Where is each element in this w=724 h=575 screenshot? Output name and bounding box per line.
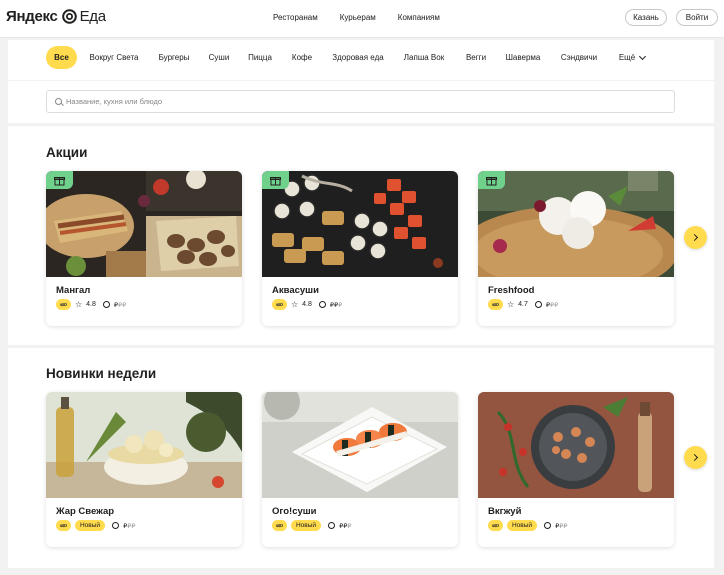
delivery-tag: ஸ	[272, 299, 287, 310]
search-icon	[55, 98, 62, 105]
city-button[interactable]: Казань	[625, 9, 667, 26]
search-section: Название, кухня или блюдо	[8, 81, 714, 123]
restaurant-card[interactable]: Жар Свежар ஸ Новый ₽₽₽	[46, 392, 242, 547]
chevron-down-icon	[639, 52, 647, 60]
price-level: ₽₽₽	[330, 301, 342, 309]
logo[interactable]: Яндекс Еда	[6, 8, 106, 25]
gift-icon	[46, 171, 73, 189]
star-icon: ☆	[74, 300, 83, 309]
restaurant-name: Аквасуши	[272, 285, 319, 296]
restaurant-meta: ஸ ☆ 4.8 ₽₽₽	[272, 299, 342, 310]
category-healthy[interactable]: Здоровая еда	[329, 46, 387, 69]
delivery-tag: ஸ	[56, 299, 71, 310]
restaurant-name: Freshfood	[488, 285, 535, 296]
search-input[interactable]: Название, кухня или блюдо	[46, 90, 675, 113]
restaurant-image	[262, 392, 458, 498]
new-badge: Новый	[290, 520, 322, 531]
restaurant-image	[46, 171, 242, 277]
category-all[interactable]: Все	[46, 46, 77, 69]
restaurant-name: Ого!суши	[272, 506, 317, 517]
promo-section: Акции Мангал ஸ ☆ 4.8 ₽₽₽ Аквасуши ஸ ☆ 4.…	[8, 126, 714, 345]
price-inactive: ₽₽	[559, 522, 568, 530]
restaurant-image	[478, 392, 674, 498]
delivery-tag: ஸ	[56, 520, 71, 531]
new-badge: Новый	[506, 520, 538, 531]
restaurant-card[interactable]: Freshfood ஸ ☆ 4.7 ₽₽₽	[478, 171, 674, 326]
price-inactive: ₽	[338, 301, 343, 309]
clock-icon	[534, 301, 542, 308]
clock-icon	[112, 522, 120, 529]
nav-companies[interactable]: Компаниям	[398, 13, 440, 22]
section-title: Новинки недели	[46, 366, 157, 381]
clock-icon	[544, 522, 552, 529]
gift-icon	[478, 171, 505, 189]
chevron-right-icon	[690, 453, 699, 462]
restaurant-name: Вкгжуй	[488, 506, 522, 517]
nav-restaurants[interactable]: Ресторанам	[273, 13, 318, 22]
category-wok[interactable]: Лапша Вок	[401, 46, 447, 69]
gift-icon	[262, 171, 289, 189]
restaurant-meta: ஸ Новый ₽₽₽	[56, 520, 135, 531]
star-icon: ☆	[290, 300, 299, 309]
login-button[interactable]: Войти	[676, 9, 718, 26]
category-coffee[interactable]: Кофе	[288, 46, 316, 69]
restaurant-meta: ஸ Новый ₽₽₽	[488, 520, 567, 531]
delivery-tag: ஸ	[488, 520, 503, 531]
restaurant-meta: ஸ Новый ₽₽₽	[272, 520, 351, 531]
restaurant-meta: ஸ ☆ 4.8 ₽₽₽	[56, 299, 126, 310]
restaurant-image	[46, 392, 242, 498]
next-arrow-button[interactable]	[684, 446, 707, 469]
rating: 4.8	[86, 301, 96, 308]
rating: 4.7	[518, 301, 528, 308]
top-nav: Ресторанам Курьерам Компаниям	[273, 13, 440, 22]
price-level: ₽₽₽	[555, 522, 567, 530]
price-level: ₽₽₽	[546, 301, 558, 309]
rating: 4.8	[302, 301, 312, 308]
price-active: ₽₽	[329, 301, 339, 309]
category-world[interactable]: Вокруг Света	[86, 46, 142, 69]
clock-icon	[102, 301, 110, 308]
restaurant-card[interactable]: Аквасуши ஸ ☆ 4.8 ₽₽₽	[262, 171, 458, 326]
eda-logo-icon	[61, 9, 77, 24]
restaurant-name: Жар Свежар	[56, 506, 115, 517]
category-more[interactable]: Ещё	[614, 46, 650, 69]
new-section: Новинки недели Жар Свежар ஸ Новый ₽₽₽ Ог…	[8, 348, 714, 568]
next-arrow-button[interactable]	[684, 226, 707, 249]
restaurant-card[interactable]: Мангал ஸ ☆ 4.8 ₽₽₽	[46, 171, 242, 326]
category-burgers[interactable]: Бургеры	[154, 46, 194, 69]
delivery-tag: ஸ	[272, 520, 287, 531]
category-sushi[interactable]: Суши	[204, 46, 234, 69]
search-placeholder: Название, кухня или блюдо	[66, 97, 163, 106]
header: Яндекс Еда Ресторанам Курьерам Компаниям…	[0, 0, 724, 38]
clock-icon	[328, 522, 336, 529]
restaurant-meta: ஸ ☆ 4.7 ₽₽₽	[488, 299, 558, 310]
restaurant-image	[262, 171, 458, 277]
price-inactive: ₽₽	[550, 301, 559, 309]
restaurant-card[interactable]: Вкгжуй ஸ Новый ₽₽₽	[478, 392, 674, 547]
price-level: ₽₽₽	[114, 301, 126, 309]
category-veggie[interactable]: Вегги	[460, 46, 492, 69]
restaurant-card[interactable]: Ого!суши ஸ Новый ₽₽₽	[262, 392, 458, 547]
category-shawarma[interactable]: Шаверма	[502, 46, 544, 69]
logo-brand: Яндекс	[6, 8, 58, 25]
category-more-label: Ещё	[618, 53, 636, 62]
restaurant-name: Мангал	[56, 285, 91, 296]
restaurant-image	[478, 171, 674, 277]
price-inactive: ₽	[347, 522, 352, 530]
price-level: ₽₽₽	[339, 522, 351, 530]
nav-couriers[interactable]: Курьерам	[340, 13, 376, 22]
new-badge: Новый	[74, 520, 106, 531]
logo-product: Еда	[79, 8, 107, 25]
delivery-tag: ஸ	[488, 299, 503, 310]
price-inactive: ₽₽	[118, 301, 127, 309]
category-bar: Все Вокруг Света Бургеры Суши Пицца Кофе…	[8, 40, 714, 80]
star-icon: ☆	[506, 300, 515, 309]
section-title: Акции	[46, 145, 88, 160]
category-pizza[interactable]: Пицца	[245, 46, 275, 69]
price-level: ₽₽₽	[123, 522, 135, 530]
price-inactive: ₽₽	[127, 522, 136, 530]
category-sandwiches[interactable]: Сэндвичи	[556, 46, 602, 69]
clock-icon	[318, 301, 326, 308]
chevron-right-icon	[690, 233, 699, 242]
